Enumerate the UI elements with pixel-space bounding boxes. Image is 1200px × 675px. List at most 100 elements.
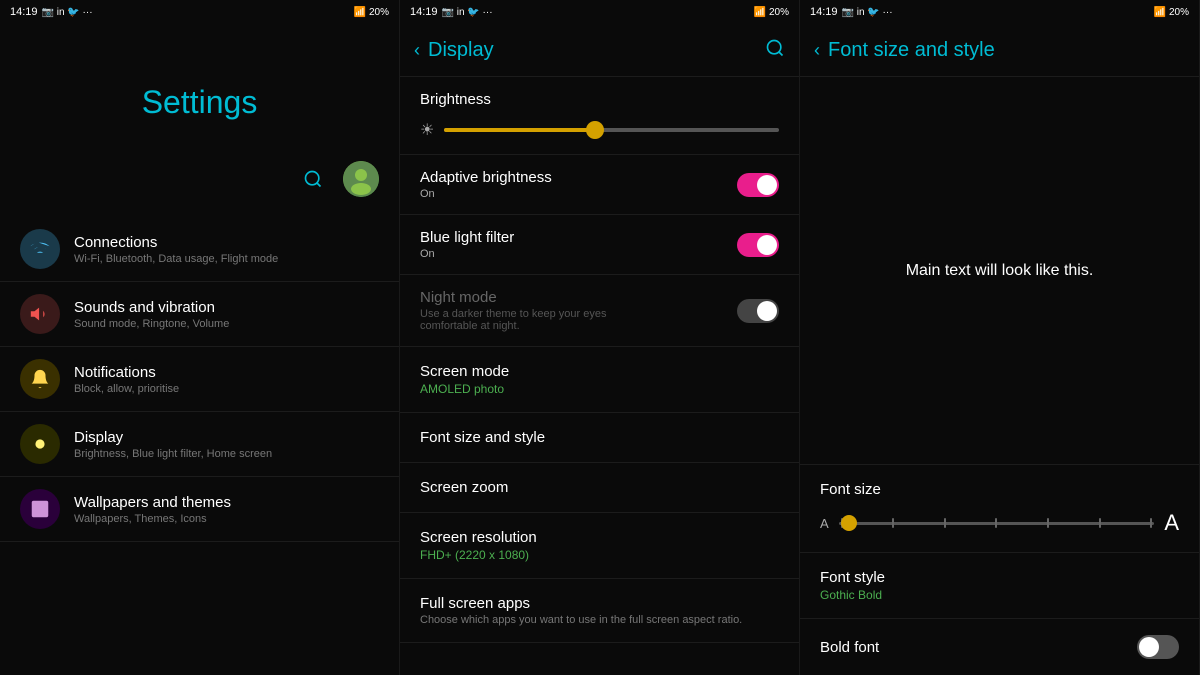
screenmode-label: Screen mode: [420, 363, 779, 380]
resolution-sub: FHD+ (2220 x 1080): [420, 548, 779, 562]
adaptive-brightness-row[interactable]: Adaptive brightness On: [400, 155, 799, 215]
adaptive-sub: On: [420, 188, 552, 200]
adaptive-toggle[interactable]: [737, 173, 779, 197]
fullscreen-sub: Choose which apps you want to use in the…: [420, 614, 779, 626]
battery-3: 20%: [1169, 7, 1189, 18]
search-row: [0, 161, 399, 217]
sounds-sub: Sound mode, Ringtone, Volume: [74, 318, 229, 330]
avatar[interactable]: [343, 161, 379, 197]
settings-title: Settings: [0, 24, 399, 161]
menu-item-sounds[interactable]: Sounds and vibration Sound mode, Rington…: [0, 282, 399, 347]
menu-item-connections[interactable]: Connections Wi-Fi, Bluetooth, Data usage…: [0, 217, 399, 282]
display-header: ‹ Display: [400, 24, 799, 76]
wallpaper-icon: [20, 489, 60, 529]
settings-panel: 14:19 📷 in 🐦 ··· 📶 20% Settings: [0, 0, 400, 675]
font-thumb[interactable]: [841, 515, 857, 531]
brightness-thumb[interactable]: [586, 121, 604, 139]
status-right-icons: 📶 20%: [354, 7, 389, 18]
brightness-slider-row: ☀: [420, 120, 779, 140]
notif-text: Notifications Block, allow, prioritise: [74, 364, 179, 395]
font-style-label: Font style: [820, 569, 1179, 586]
sounds-icon: [20, 294, 60, 334]
connections-label: Connections: [74, 234, 278, 251]
notif-label: Notifications: [74, 364, 179, 381]
adaptive-knob: [757, 175, 777, 195]
menu-list: Connections Wi-Fi, Bluetooth, Data usage…: [0, 217, 399, 542]
bluelight-knob: [757, 235, 777, 255]
mark-7: [1150, 518, 1152, 528]
time-display-3: 14:19: [810, 6, 838, 18]
bold-font-row[interactable]: Bold font: [800, 619, 1199, 675]
connections-text: Connections Wi-Fi, Bluetooth, Data usage…: [74, 234, 278, 265]
menu-item-notifications[interactable]: Notifications Block, allow, prioritise: [0, 347, 399, 412]
signal-icon: 📶: [354, 7, 366, 18]
mark-2: [892, 518, 894, 528]
screenzoom-item[interactable]: Screen zoom: [400, 463, 799, 513]
mark-3: [944, 518, 946, 528]
bluelight-label: Blue light filter: [420, 229, 514, 246]
sounds-text: Sounds and vibration Sound mode, Rington…: [74, 299, 229, 330]
fontsize-item[interactable]: Font size and style: [400, 413, 799, 463]
menu-item-wallpapers[interactable]: Wallpapers and themes Wallpapers, Themes…: [0, 477, 399, 542]
search-display-button[interactable]: [765, 38, 785, 63]
time-display: 14:19: [10, 6, 38, 18]
mark-6: [1099, 518, 1101, 528]
brightness-section: Brightness ☀: [400, 77, 799, 154]
nightmode-toggle[interactable]: [737, 299, 779, 323]
search-button[interactable]: [295, 161, 331, 197]
font-style-row[interactable]: Font style Gothic Bold: [800, 553, 1199, 619]
time-display-2: 14:19: [410, 6, 438, 18]
display-icon: [20, 424, 60, 464]
brightness-fill: [444, 128, 595, 132]
brightness-track[interactable]: [444, 128, 779, 132]
signal-icon-2: 📶: [754, 7, 766, 18]
preview-text: Main text will look like this.: [906, 262, 1094, 280]
wallpapers-text: Wallpapers and themes Wallpapers, Themes…: [74, 494, 231, 525]
font-slider-track[interactable]: [839, 522, 1155, 525]
menu-item-display[interactable]: Display Brightness, Blue light filter, H…: [0, 412, 399, 477]
sounds-label: Sounds and vibration: [74, 299, 229, 316]
resolution-label: Screen resolution: [420, 529, 779, 546]
font-size-label: Font size: [820, 481, 1179, 498]
bold-toggle[interactable]: [1137, 635, 1179, 659]
nightmode-row[interactable]: Night mode Use a darker theme to keep yo…: [400, 275, 799, 347]
font-header: ‹ Font size and style: [800, 24, 1199, 76]
screenmode-item[interactable]: Screen mode AMOLED photo: [400, 347, 799, 413]
resolution-item[interactable]: Screen resolution FHD+ (2220 x 1080): [400, 513, 799, 579]
bluelight-row[interactable]: Blue light filter On: [400, 215, 799, 275]
connections-sub: Wi-Fi, Bluetooth, Data usage, Flight mod…: [74, 253, 278, 265]
adaptive-label: Adaptive brightness: [420, 169, 552, 186]
status-time: 14:19 📷 in 🐦 ···: [10, 6, 93, 18]
fullscreen-item[interactable]: Full screen apps Choose which apps you w…: [400, 579, 799, 643]
display-text: Display Brightness, Blue light filter, H…: [74, 429, 272, 460]
font-back-button[interactable]: ‹: [814, 40, 820, 61]
wallpapers-sub: Wallpapers, Themes, Icons: [74, 513, 231, 525]
display-title: Display: [428, 39, 765, 62]
back-button[interactable]: ‹: [414, 40, 420, 61]
font-slider-row: A A: [820, 510, 1179, 536]
font-a-large: A: [1164, 510, 1179, 536]
connections-icon: [20, 229, 60, 269]
font-panel: 14:19 📷 in 🐦 ··· 📶 20% ‹ Font size and s…: [800, 0, 1200, 675]
fullscreen-label: Full screen apps: [420, 595, 779, 612]
font-track-marks: [839, 518, 1155, 528]
bold-font-label: Bold font: [820, 639, 879, 656]
bluelight-toggle[interactable]: [737, 233, 779, 257]
display-label: Display: [74, 429, 272, 446]
bold-knob: [1139, 637, 1159, 657]
display-panel: 14:19 📷 in 🐦 ··· 📶 20% ‹ Display Brightn…: [400, 0, 800, 675]
font-size-section: Font size A A: [800, 465, 1199, 553]
brightness-title: Brightness: [420, 91, 779, 108]
fontsize-label: Font size and style: [420, 429, 779, 446]
status-icons: 📷 in 🐦 ···: [42, 7, 93, 18]
mark-4: [995, 518, 997, 528]
font-a-small: A: [820, 516, 829, 531]
status-bar-2: 14:19 📷 in 🐦 ··· 📶 20%: [400, 0, 799, 24]
font-panel-title: Font size and style: [828, 39, 1185, 62]
status-bar: 14:19 📷 in 🐦 ··· 📶 20%: [0, 0, 399, 24]
nightmode-knob: [757, 301, 777, 321]
brightness-low-icon: ☀: [420, 120, 434, 140]
screenmode-sub: AMOLED photo: [420, 382, 779, 396]
status-bar-3: 14:19 📷 in 🐦 ··· 📶 20%: [800, 0, 1199, 24]
wallpapers-label: Wallpapers and themes: [74, 494, 231, 511]
